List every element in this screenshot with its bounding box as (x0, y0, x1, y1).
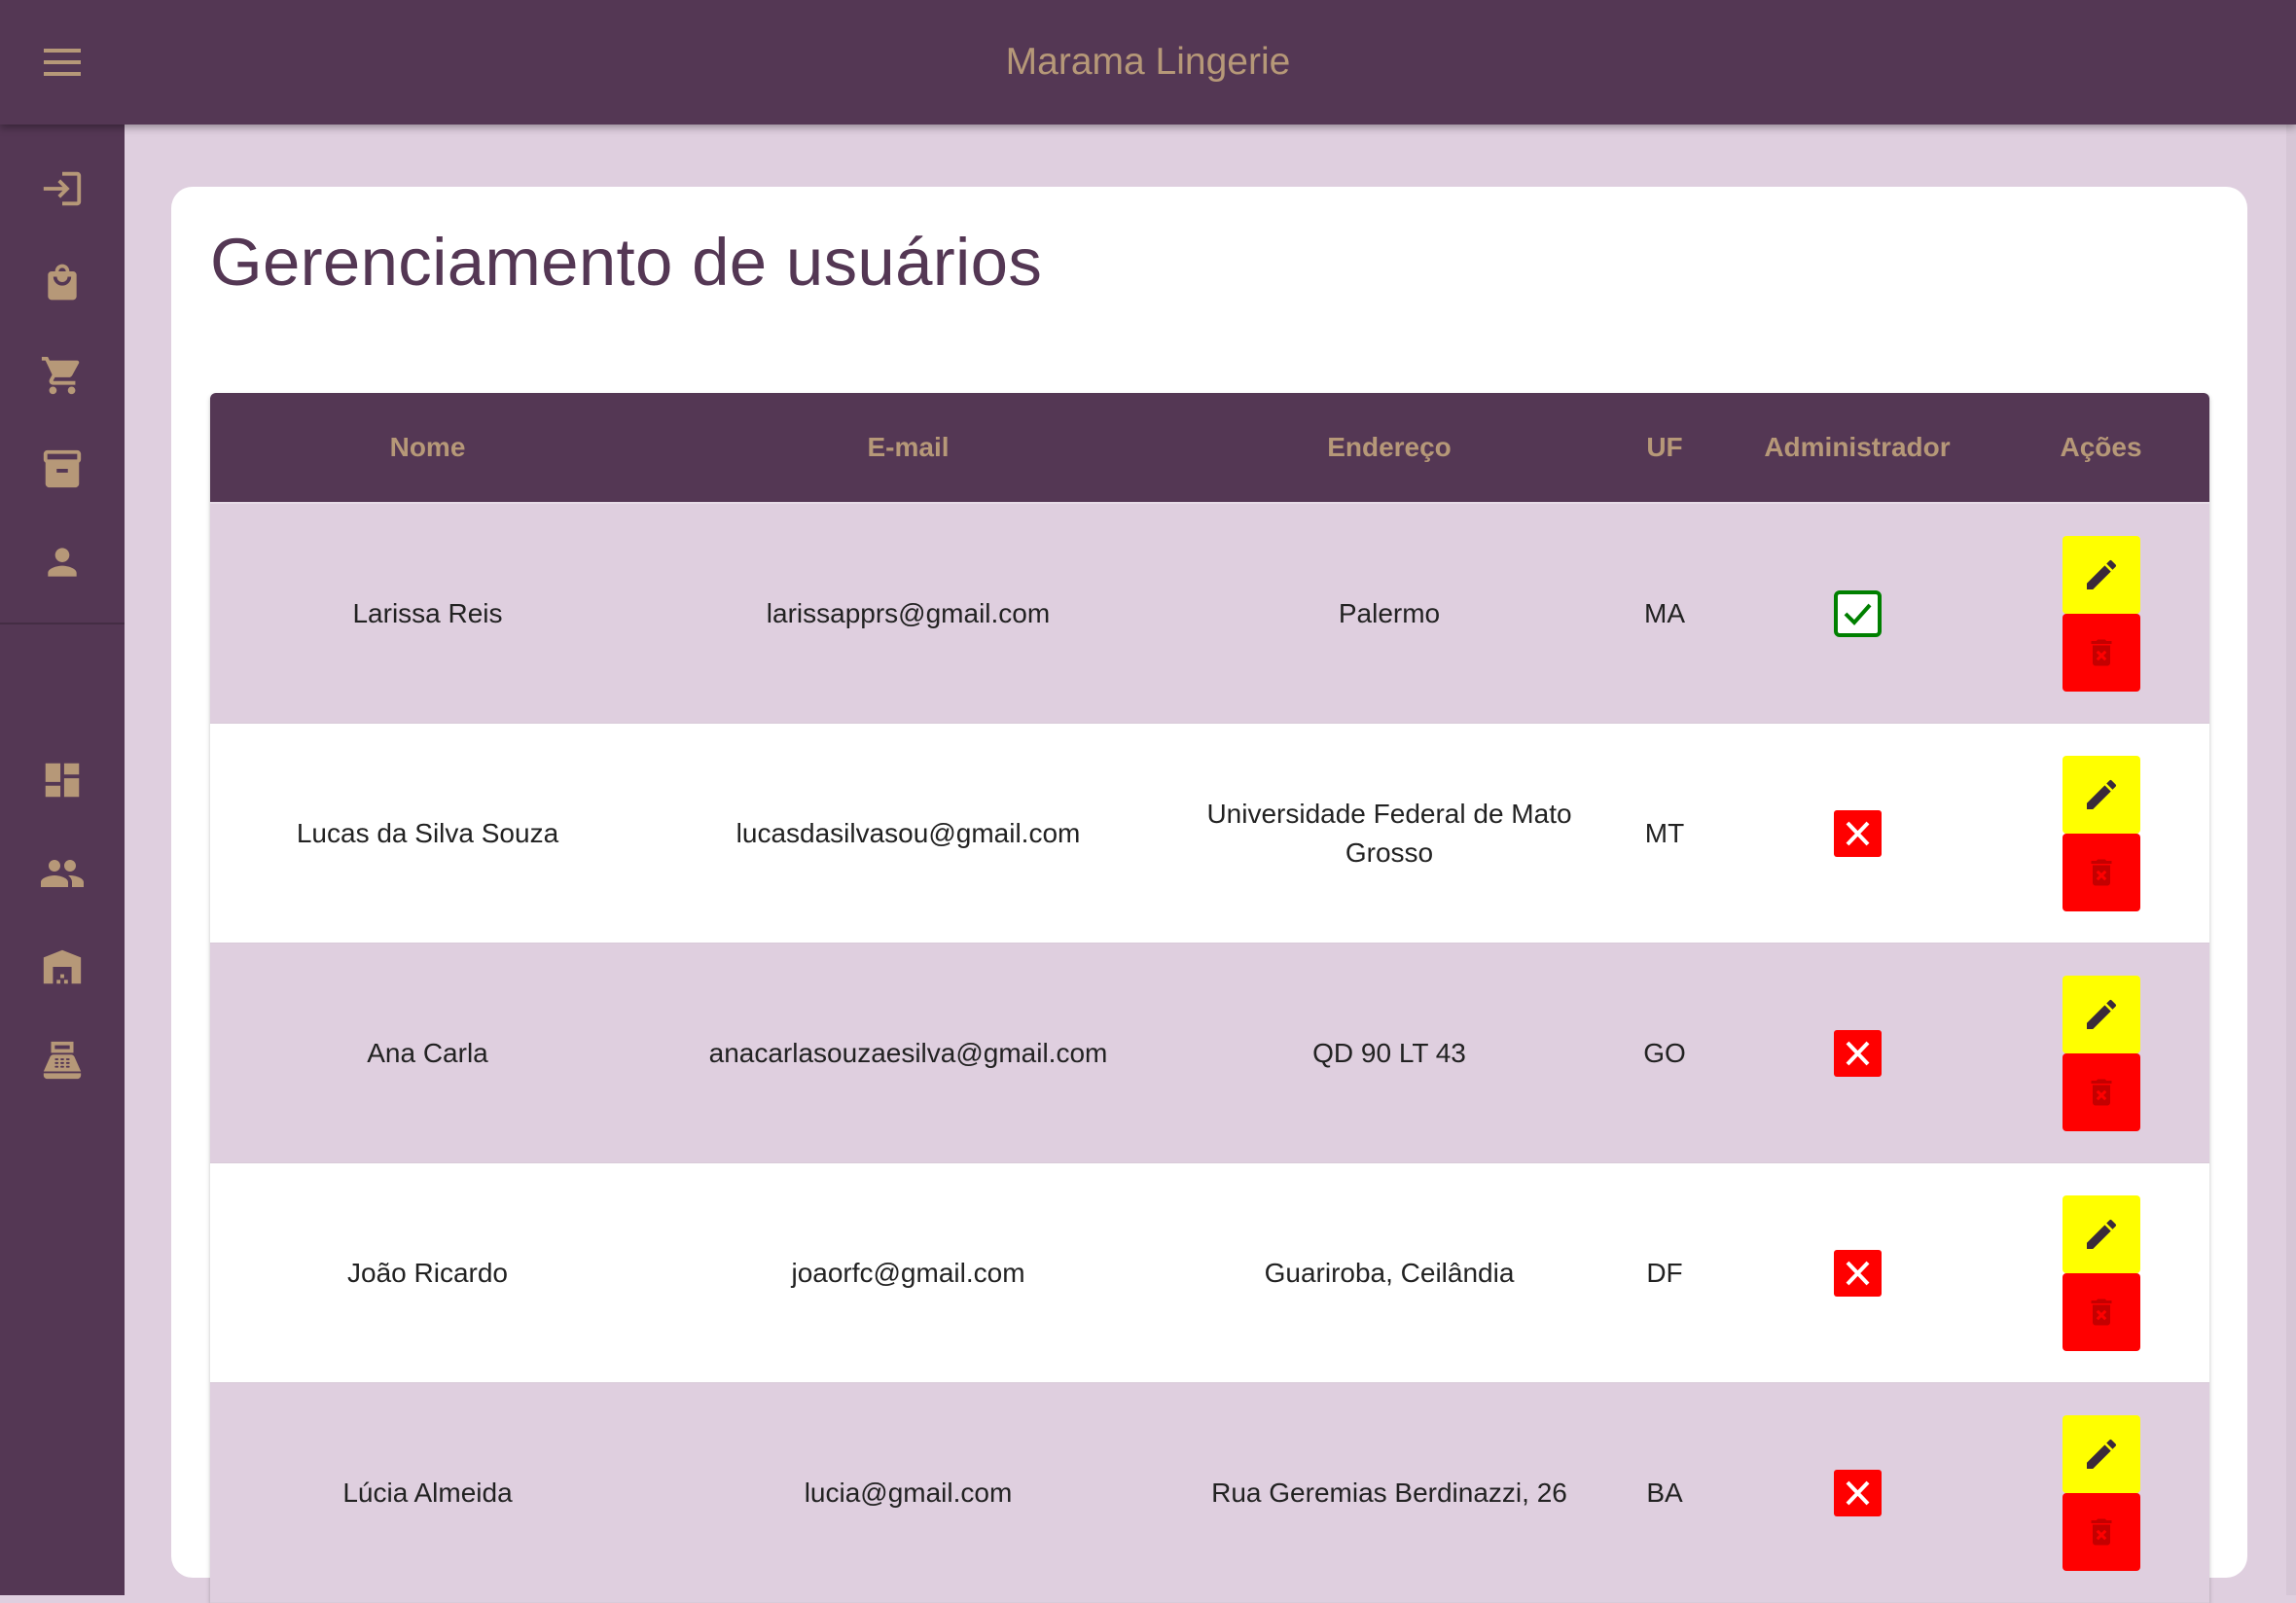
cell-uf: MT (1644, 817, 1685, 848)
nav-profile[interactable] (0, 516, 125, 609)
cell-acoes (1992, 1383, 2209, 1602)
cell-nome: Ana Carla (367, 1037, 488, 1068)
cell-acoes (1992, 944, 2209, 1162)
delete-forever-icon (2091, 1299, 2111, 1325)
cell-endereco: QD 90 LT 43 (1312, 1037, 1466, 1068)
table-row: João Ricardo joaorfc@gmail.com Guariroba… (210, 1163, 2209, 1383)
delete-button[interactable] (2062, 1272, 2140, 1351)
edit-button[interactable] (2062, 1194, 2140, 1273)
cell-uf: GO (1643, 1037, 1686, 1068)
cell-nome: João Ricardo (347, 1257, 508, 1288)
page-title: Gerenciamento de usuários (210, 225, 1043, 300)
cell-uf: DF (1646, 1257, 1683, 1288)
delete-button[interactable] (2062, 1052, 2140, 1131)
users-table: Nome E-mail Endereço UF Administrador Aç… (210, 393, 2209, 1603)
pencil-icon (2086, 1219, 2116, 1249)
nav-cash-register[interactable] (0, 1014, 125, 1107)
column-header-email: E-mail (867, 432, 950, 462)
edit-button[interactable] (2062, 1414, 2140, 1493)
table-row: Larissa Reis larissapprs@gmail.com Paler… (210, 504, 2209, 724)
cell-endereco: Rua Geremias Berdinazzi, 26 (1211, 1477, 1567, 1508)
nav-cart[interactable] (0, 329, 125, 422)
login-icon (43, 171, 82, 206)
cell-email: anacarlasouzaesilva@gmail.com (708, 1037, 1108, 1068)
cell-administrador (1722, 724, 1992, 943)
admin-check-icon (1833, 589, 1882, 637)
admin-cross-icon (1833, 809, 1882, 857)
cell-endereco: Guariroba, Ceilândia (1264, 1257, 1515, 1288)
people-icon (41, 860, 84, 887)
cell-administrador (1722, 1163, 1992, 1382)
cell-nome: Larissa Reis (352, 597, 503, 628)
delete-button[interactable] (2062, 1492, 2140, 1571)
users-card: Gerenciamento de usuários Nome E-mail En… (171, 187, 2247, 1603)
app-bar: Marama Lingerie (0, 0, 2296, 125)
warehouse-icon (43, 949, 82, 984)
admin-cross-icon (1833, 1029, 1882, 1077)
nav-products[interactable] (0, 235, 125, 329)
sidebar-divider (0, 623, 125, 624)
delete-forever-icon (2091, 639, 2111, 665)
cell-nome: Lúcia Almeida (342, 1477, 513, 1508)
table-row: Lúcia Almeida lucia@gmail.com Rua Geremi… (210, 1383, 2209, 1603)
row-actions (2062, 1194, 2140, 1351)
pencil-icon (2086, 779, 2116, 809)
delete-button[interactable] (2062, 613, 2140, 692)
admin-cross-icon (1833, 1469, 1882, 1516)
edit-button[interactable] (2062, 535, 2140, 614)
column-header-administrador: Administrador (1764, 432, 1951, 462)
nav-users[interactable] (0, 827, 125, 920)
edit-button[interactable] (2062, 755, 2140, 834)
delete-forever-icon (2091, 859, 2111, 885)
table-row: Ana Carla anacarlasouzaesilva@gmail.com … (210, 944, 2209, 1163)
column-header-endereco: Endereço (1327, 432, 1452, 462)
cell-acoes (1992, 1163, 2209, 1382)
table-header: Nome E-mail Endereço UF Administrador Aç… (210, 393, 2209, 504)
nav-dashboard[interactable] (0, 733, 125, 827)
shopping-bag-icon (48, 264, 77, 301)
cell-acoes (1992, 724, 2209, 943)
cell-administrador (1722, 1383, 1992, 1602)
delete-button[interactable] (2062, 833, 2140, 911)
admin-cross-icon (1833, 1249, 1882, 1297)
app-title: Marama Lingerie (1005, 41, 1291, 83)
row-actions (2062, 975, 2140, 1131)
main-content: Gerenciamento de usuários Nome E-mail En… (125, 125, 2286, 1603)
pencil-icon (2086, 1439, 2116, 1469)
cart-icon (41, 356, 80, 395)
edit-button[interactable] (2062, 975, 2140, 1053)
archive-icon (43, 449, 82, 488)
cell-email: lucasdasilvasou@gmail.com (735, 817, 1081, 848)
cell-administrador (1722, 944, 1992, 1162)
cell-endereco: Palermo (1338, 597, 1441, 628)
cell-administrador (1722, 504, 1992, 723)
cell-email: joaorfc@gmail.com (791, 1257, 1025, 1288)
column-header-nome: Nome (389, 432, 466, 462)
row-actions (2062, 755, 2140, 911)
dashboard-icon (45, 763, 80, 798)
cell-email: lucia@gmail.com (804, 1477, 1013, 1508)
cell-email: larissapprs@gmail.com (766, 597, 1051, 628)
row-actions (2062, 1414, 2140, 1571)
sidebar (0, 125, 125, 1595)
column-header-uf: UF (1646, 432, 1683, 462)
nav-archive[interactable] (0, 422, 125, 516)
row-actions (2062, 535, 2140, 692)
delete-forever-icon (2091, 1518, 2111, 1545)
cell-endereco: Universidade Federal de Mato Grosso (1206, 798, 1572, 868)
pencil-icon (2086, 559, 2116, 589)
delete-forever-icon (2091, 1079, 2111, 1105)
pencil-icon (2086, 999, 2116, 1029)
cell-uf: BA (1646, 1477, 1683, 1508)
cash-register-icon (43, 1041, 82, 1080)
nav-warehouse[interactable] (0, 920, 125, 1014)
table-row: Lucas da Silva Souza lucasdasilvasou@gma… (210, 724, 2209, 944)
nav-login[interactable] (0, 142, 125, 235)
person-icon (48, 548, 77, 577)
cell-acoes (1992, 504, 2209, 723)
cell-uf: MA (1644, 597, 1685, 628)
cell-nome: Lucas da Silva Souza (296, 817, 559, 848)
scrollbar[interactable] (2286, 125, 2296, 1595)
column-header-acoes: Ações (2060, 432, 2142, 462)
